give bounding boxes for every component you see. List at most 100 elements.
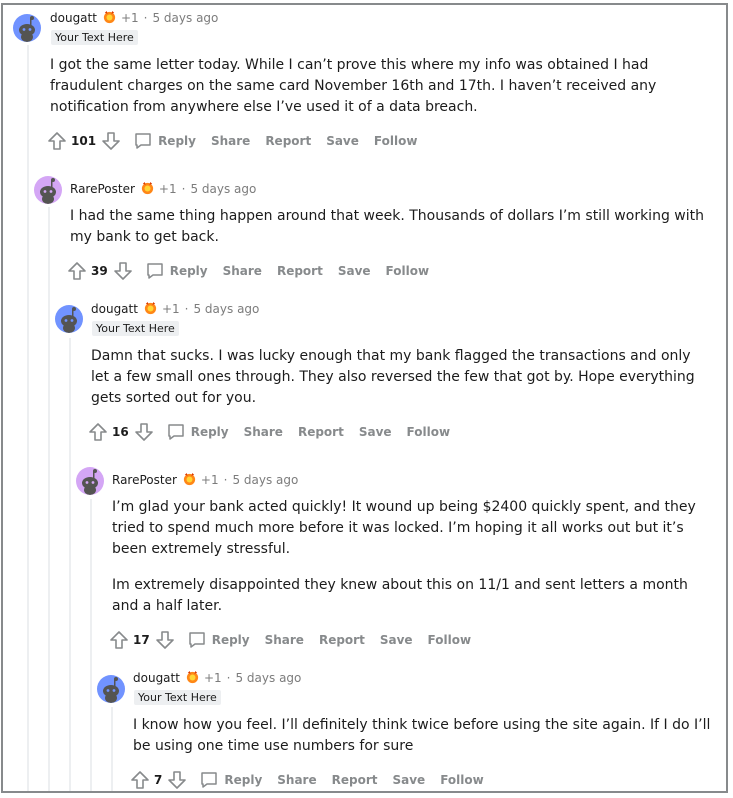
save-button[interactable]: Save: [359, 425, 392, 439]
comment-actions: 7 Reply Share Report Save Follow: [130, 768, 484, 791]
comment-thread: dougatt +1 · 5 days ago Your Text Here I…: [1, 3, 728, 793]
share-button[interactable]: Share: [244, 425, 283, 439]
upvote-button[interactable]: [47, 131, 67, 151]
comment-meta: RarePoster +1 · 5 days ago: [112, 472, 298, 487]
upvote-arrow-icon: [68, 262, 86, 280]
avatar[interactable]: [55, 305, 83, 333]
award-count: +1: [158, 181, 177, 196]
thread-line[interactable]: [48, 207, 50, 791]
meta-separator: ·: [143, 10, 148, 25]
comment-bubble-icon: [201, 772, 218, 788]
timestamp[interactable]: 5 days ago: [190, 182, 256, 196]
thread-line[interactable]: [27, 45, 29, 791]
comment-meta: dougatt +1 · 5 days ago: [133, 670, 301, 685]
award-icon[interactable]: [143, 301, 158, 316]
share-button[interactable]: Share: [211, 134, 250, 148]
comment-paragraph: I’m glad your bank acted quickly! It wou…: [112, 499, 696, 557]
user-flair: Your Text Here: [92, 321, 179, 336]
timestamp[interactable]: 5 days ago: [193, 302, 259, 316]
report-button[interactable]: Report: [319, 633, 365, 647]
snoo-avatar-icon: [19, 16, 35, 42]
thread-line[interactable]: [90, 499, 92, 791]
upvote-arrow-icon: [110, 631, 128, 649]
save-button[interactable]: Save: [326, 134, 359, 148]
comment-bubble-icon: [146, 263, 163, 279]
reply-button[interactable]: Reply: [145, 261, 208, 281]
timestamp[interactable]: 5 days ago: [235, 671, 301, 685]
avatar[interactable]: [34, 176, 62, 204]
upvote-arrow-icon: [131, 771, 149, 789]
upvote-button[interactable]: [67, 261, 87, 281]
reply-label: Reply: [211, 633, 250, 647]
username[interactable]: dougatt: [91, 302, 138, 316]
reply-label: Reply: [158, 134, 196, 148]
comment-paragraph: I know how you feel. I’ll definitely thi…: [133, 717, 711, 754]
downvote-button[interactable]: [134, 422, 154, 442]
downvote-arrow-icon: [113, 262, 132, 280]
follow-button[interactable]: Follow: [386, 264, 430, 278]
save-button[interactable]: Save: [392, 773, 425, 787]
comment-paragraph: I had the same thing happen around that …: [70, 208, 704, 245]
snoo-avatar-icon: [82, 469, 98, 495]
comment-actions: 101 Reply Share Report Save Follow: [47, 129, 417, 153]
share-button[interactable]: Share: [223, 264, 262, 278]
downvote-button[interactable]: [155, 630, 175, 650]
award-icon[interactable]: [102, 10, 117, 25]
report-button[interactable]: Report: [265, 134, 311, 148]
downvote-button[interactable]: [167, 770, 187, 790]
meta-separator: ·: [223, 472, 228, 487]
avatar[interactable]: [97, 675, 125, 703]
vote-score: 7: [154, 773, 163, 787]
vote-score: 101: [71, 134, 97, 148]
award-icon[interactable]: [185, 670, 200, 685]
meta-separator: ·: [181, 181, 186, 196]
award-icon[interactable]: [182, 472, 197, 487]
avatar[interactable]: [13, 14, 41, 42]
award-count: +1: [203, 670, 222, 685]
reply-button[interactable]: Reply: [166, 422, 229, 442]
downvote-button[interactable]: [101, 131, 121, 151]
thread-line[interactable]: [69, 338, 71, 791]
comment-body: I had the same thing happen around that …: [70, 206, 710, 248]
avatar[interactable]: [76, 467, 104, 495]
upvote-button[interactable]: [130, 770, 150, 790]
reply-button[interactable]: Reply: [133, 131, 196, 151]
report-button[interactable]: Report: [277, 264, 323, 278]
follow-button[interactable]: Follow: [407, 425, 451, 439]
thread-line[interactable]: [111, 707, 113, 791]
username[interactable]: RarePoster: [112, 473, 177, 487]
vote-score: 17: [133, 633, 150, 647]
timestamp[interactable]: 5 days ago: [232, 473, 298, 487]
upvote-button[interactable]: [88, 422, 108, 442]
username[interactable]: RarePoster: [70, 182, 135, 196]
share-button[interactable]: Share: [265, 633, 304, 647]
downvote-arrow-icon: [134, 423, 153, 441]
upvote-arrow-icon: [89, 423, 107, 441]
username[interactable]: dougatt: [133, 671, 180, 685]
follow-button[interactable]: Follow: [440, 773, 484, 787]
comment-bubble-icon: [188, 632, 205, 648]
report-button[interactable]: Report: [332, 773, 378, 787]
upvote-button[interactable]: [109, 630, 129, 650]
comment-bubble-icon: [135, 133, 151, 149]
comment-meta: dougatt +1 · 5 days ago: [91, 301, 259, 316]
comment-actions: 39 Reply Share Report Save Follow: [67, 259, 429, 283]
timestamp[interactable]: 5 days ago: [152, 11, 218, 25]
user-flair: Your Text Here: [51, 30, 138, 45]
username[interactable]: dougatt: [50, 11, 97, 25]
save-button[interactable]: Save: [380, 633, 413, 647]
meta-separator: ·: [184, 301, 189, 316]
award-icon[interactable]: [140, 181, 155, 196]
save-button[interactable]: Save: [338, 264, 371, 278]
follow-button[interactable]: Follow: [428, 633, 472, 647]
comment-actions: 16 Reply Share Report Save Follow: [88, 420, 450, 444]
reply-label: Reply: [224, 773, 263, 787]
reply-button[interactable]: Reply: [187, 630, 250, 650]
follow-button[interactable]: Follow: [374, 134, 418, 148]
comment-meta: dougatt +1 · 5 days ago: [50, 10, 218, 25]
downvote-button[interactable]: [113, 261, 133, 281]
share-button[interactable]: Share: [277, 773, 316, 787]
reply-button[interactable]: Reply: [199, 770, 262, 790]
comment-meta: RarePoster +1 · 5 days ago: [70, 181, 256, 196]
report-button[interactable]: Report: [298, 425, 344, 439]
